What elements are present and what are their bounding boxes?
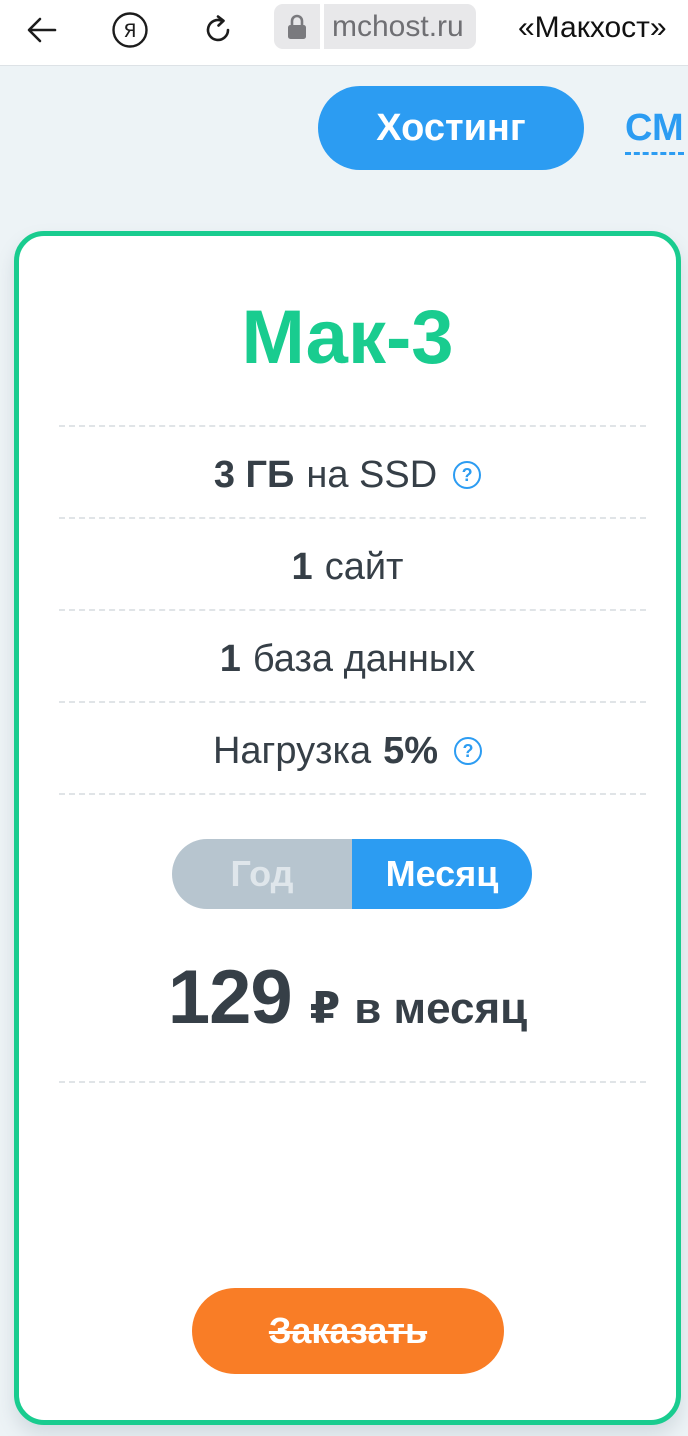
lock-button[interactable] bbox=[274, 4, 320, 49]
price: 129 ₽ в месяц bbox=[19, 954, 676, 1044]
tab-cms[interactable]: СМ bbox=[625, 104, 684, 155]
divider bbox=[59, 701, 646, 703]
svg-text:Я: Я bbox=[123, 20, 136, 42]
divider bbox=[59, 609, 646, 611]
billing-period-toggle[interactable]: Год Месяц bbox=[172, 839, 532, 909]
feature-value: 1 bbox=[219, 637, 241, 680]
plan-title: Мак-3 bbox=[241, 295, 454, 380]
feature-text: сайт bbox=[324, 545, 404, 588]
yandex-button[interactable]: Я bbox=[106, 6, 154, 54]
period-year-option[interactable]: Год bbox=[172, 839, 352, 909]
address-domain[interactable]: mchost.ru bbox=[324, 4, 476, 49]
order-button[interactable]: Заказать bbox=[192, 1288, 504, 1374]
reload-button[interactable] bbox=[194, 6, 242, 54]
price-period: в месяц bbox=[354, 984, 528, 1033]
price-value: 129 bbox=[167, 955, 293, 1040]
help-icon[interactable]: ? bbox=[454, 737, 483, 765]
back-arrow-icon bbox=[27, 17, 57, 43]
price-currency: ₽ bbox=[309, 984, 341, 1033]
address-bar[interactable]: mchost.ru bbox=[274, 4, 476, 49]
tab-hosting[interactable]: Хостинг bbox=[318, 86, 584, 170]
feature-databases: 1 база данных bbox=[19, 613, 676, 705]
plan-card: Мак-3 3 ГБ на SSD ? 1 сайт 1 база данных… bbox=[14, 231, 681, 1425]
yandex-icon: Я bbox=[112, 12, 148, 48]
feature-text: база данных bbox=[252, 637, 476, 680]
browser-toolbar: Я mchost.ru «Макхост» bbox=[0, 0, 688, 66]
feature-text: на SSD bbox=[306, 453, 438, 496]
back-button[interactable] bbox=[18, 6, 66, 54]
feature-text: Нагрузка bbox=[212, 729, 372, 772]
reload-icon bbox=[206, 15, 230, 42]
feature-value: 3 ГБ bbox=[213, 453, 295, 496]
help-icon[interactable]: ? bbox=[453, 461, 482, 489]
divider bbox=[59, 425, 646, 427]
divider bbox=[59, 1081, 646, 1083]
divider bbox=[59, 793, 646, 795]
feature-storage: 3 ГБ на SSD ? bbox=[19, 429, 676, 521]
page-title: «Макхост» bbox=[518, 11, 667, 44]
feature-value: 5% bbox=[383, 729, 439, 772]
period-month-option[interactable]: Месяц bbox=[352, 839, 532, 909]
feature-sites: 1 сайт bbox=[19, 521, 676, 613]
feature-value: 1 bbox=[291, 545, 313, 588]
lock-icon bbox=[288, 14, 306, 39]
divider bbox=[59, 517, 646, 519]
feature-load: Нагрузка 5% ? bbox=[19, 705, 676, 797]
